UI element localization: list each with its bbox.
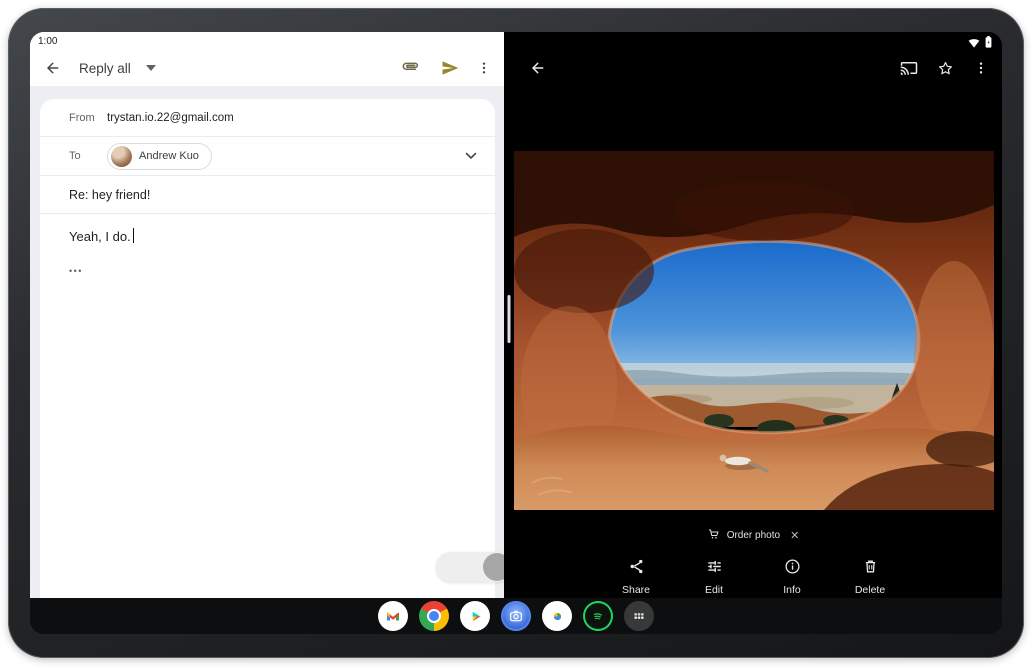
taskbar-camera-icon[interactable] <box>501 601 531 631</box>
quoted-text-toggle[interactable]: ••• <box>69 266 495 276</box>
gmail-compose-toolbar: Reply all <box>30 50 504 86</box>
photo-action-bar: Share Edit Info <box>514 558 992 596</box>
edit-button[interactable]: Edit <box>685 558 743 596</box>
compose-card: From trystan.io.22@gmail.com To Andrew K… <box>40 99 495 598</box>
photos-back-icon[interactable] <box>529 59 547 77</box>
photos-app-pane: Order photo ✕ Share Edit <box>514 32 1002 598</box>
subject-field[interactable]: Re: hey friend! <box>40 176 495 214</box>
attach-file-icon[interactable] <box>400 58 420 78</box>
message-body-field[interactable]: Yeah, I do. <box>40 214 495 244</box>
subject-text: Re: hey friend! <box>69 188 150 202</box>
send-icon[interactable] <box>440 58 460 78</box>
to-field[interactable]: To Andrew Kuo <box>40 137 495 176</box>
cast-icon[interactable] <box>900 59 918 77</box>
taskbar-play-icon[interactable] <box>460 601 490 631</box>
info-button[interactable]: Info <box>763 558 821 596</box>
recipient-name: Andrew Kuo <box>139 150 199 162</box>
gmail-app-pane: 1:00 Reply all <box>30 32 504 598</box>
status-bar-left: 1:00 <box>30 32 504 50</box>
recipient-chip[interactable]: Andrew Kuo <box>107 143 212 170</box>
split-screen-divider <box>504 32 514 598</box>
gmail-overflow-icon[interactable] <box>476 60 492 76</box>
arch-photo-image <box>514 151 994 510</box>
status-bar-right <box>514 32 1002 50</box>
reply-mode-title: Reply all <box>79 61 131 76</box>
tablet-frame: 1:00 Reply all <box>8 8 1024 658</box>
screen: 1:00 Reply all <box>30 32 1002 634</box>
taskbar-chrome-icon[interactable] <box>419 601 449 631</box>
from-label: From <box>69 112 107 124</box>
delete-label: Delete <box>855 584 885 596</box>
compose-area: From trystan.io.22@gmail.com To Andrew K… <box>30 86 504 598</box>
taskbar-spotify-icon[interactable] <box>583 601 613 631</box>
delete-button[interactable]: Delete <box>841 558 899 596</box>
wifi-icon <box>968 35 980 53</box>
floating-handle-knob[interactable] <box>483 553 504 581</box>
from-field[interactable]: From trystan.io.22@gmail.com <box>40 99 495 137</box>
expand-recipients-icon[interactable] <box>465 152 477 160</box>
photos-overflow-icon[interactable] <box>973 60 989 76</box>
clock: 1:00 <box>38 36 57 47</box>
taskbar-all-apps-icon[interactable] <box>624 601 654 631</box>
delete-trash-icon <box>862 558 879 578</box>
to-label: To <box>69 150 107 162</box>
battery-icon <box>985 35 992 53</box>
reply-mode-dropdown-icon[interactable] <box>146 65 156 71</box>
chrome-core <box>427 609 441 623</box>
taskbar-gmail-icon[interactable] <box>378 601 408 631</box>
back-icon[interactable] <box>44 59 62 77</box>
taskbar-photos-icon[interactable] <box>542 601 572 631</box>
edit-label: Edit <box>705 584 723 596</box>
info-icon <box>784 558 801 578</box>
split-divider-handle[interactable] <box>508 295 511 343</box>
photos-toolbar-actions <box>900 59 989 77</box>
photos-toolbar <box>514 50 1002 86</box>
favorite-star-icon[interactable] <box>937 60 954 77</box>
chip-close-icon[interactable]: ✕ <box>790 529 799 542</box>
cart-icon <box>707 528 720 543</box>
info-label: Info <box>783 584 801 596</box>
order-photo-label: Order photo <box>727 530 780 541</box>
recipient-avatar <box>111 146 132 167</box>
text-cursor <box>133 228 134 243</box>
message-body-text: Yeah, I do. <box>69 229 131 244</box>
from-address: trystan.io.22@gmail.com <box>107 112 234 124</box>
floating-handle-pill[interactable] <box>436 552 504 582</box>
share-button[interactable]: Share <box>607 558 665 596</box>
split-screen: 1:00 Reply all <box>30 32 1002 598</box>
share-icon <box>628 558 645 578</box>
arch-photo[interactable] <box>514 151 994 510</box>
share-label: Share <box>622 584 650 596</box>
order-photo-chip[interactable]: Order photo ✕ <box>514 528 992 543</box>
edit-tune-icon <box>706 558 723 578</box>
taskbar <box>30 598 1002 634</box>
